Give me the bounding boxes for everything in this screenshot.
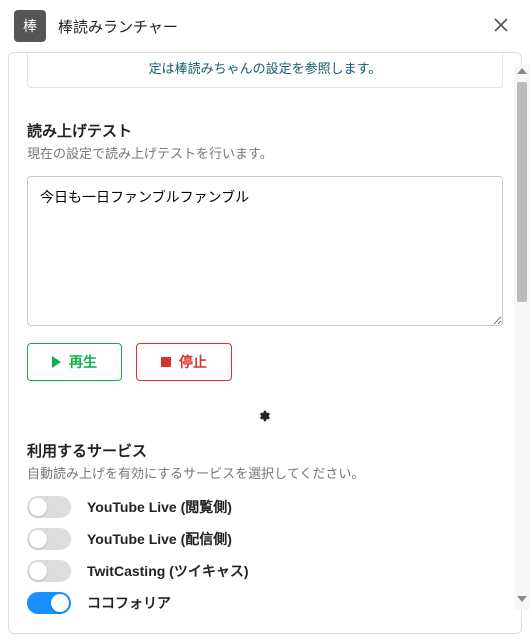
toggle-knob bbox=[29, 562, 47, 580]
service-toggle[interactable] bbox=[27, 528, 71, 550]
service-toggle[interactable] bbox=[27, 496, 71, 518]
stop-icon bbox=[161, 357, 171, 367]
window-title: 棒読みランチャー bbox=[58, 16, 474, 37]
play-label: 再生 bbox=[69, 352, 97, 372]
service-row: YouTube Live (配信側) bbox=[27, 528, 503, 550]
stop-button[interactable]: 停止 bbox=[136, 343, 232, 381]
close-button[interactable] bbox=[486, 12, 516, 41]
play-icon bbox=[52, 356, 61, 368]
readtest-section: 読み上げテスト 現在の設定で読み上げテストを行います。 再生 停止 bbox=[27, 120, 503, 381]
close-icon bbox=[494, 18, 508, 32]
services-title: 利用するサービス bbox=[27, 440, 503, 461]
gear-icon[interactable] bbox=[258, 410, 272, 426]
scroll-thumb[interactable] bbox=[517, 82, 527, 302]
service-label: YouTube Live (閲覧側) bbox=[87, 497, 232, 517]
vertical-scrollbar[interactable] bbox=[514, 64, 530, 610]
readtest-title: 読み上げテスト bbox=[27, 120, 503, 141]
titlebar: 棒 棒読みランチャー bbox=[0, 0, 530, 52]
readtest-textarea[interactable] bbox=[27, 176, 503, 326]
service-label: ココフォリア bbox=[87, 593, 171, 613]
services-section: 利用するサービス 自動読み上げを有効にするサービスを選択してください。 YouT… bbox=[27, 440, 503, 614]
scroll-up-icon[interactable] bbox=[517, 68, 527, 74]
service-toggle[interactable] bbox=[27, 560, 71, 582]
content-area: 定は棒読みちゃんの設定を参照します。 読み上げテスト 現在の設定で読み上げテスト… bbox=[0, 52, 530, 642]
readtest-desc: 現在の設定で読み上げテストを行います。 bbox=[27, 143, 503, 162]
service-label: YouTube Live (配信側) bbox=[87, 529, 232, 549]
toggle-knob bbox=[51, 594, 69, 612]
info-box: 定は棒読みちゃんの設定を参照します。 bbox=[27, 52, 503, 88]
info-text: 定は棒読みちゃんの設定を参照します。 bbox=[149, 61, 382, 76]
service-toggle[interactable] bbox=[27, 592, 71, 614]
service-row: ココフォリア bbox=[27, 592, 503, 614]
toggle-knob bbox=[29, 530, 47, 548]
scroll-down-icon[interactable] bbox=[517, 596, 527, 602]
services-desc: 自動読み上げを有効にするサービスを選択してください。 bbox=[27, 463, 503, 482]
stop-label: 停止 bbox=[179, 352, 207, 372]
toggle-knob bbox=[29, 498, 47, 516]
service-row: TwitCasting (ツイキャス) bbox=[27, 560, 503, 582]
readtest-buttons: 再生 停止 bbox=[27, 343, 503, 381]
app-icon: 棒 bbox=[14, 10, 46, 42]
service-label: TwitCasting (ツイキャス) bbox=[87, 561, 249, 581]
play-button[interactable]: 再生 bbox=[27, 343, 122, 381]
main-panel: 定は棒読みちゃんの設定を参照します。 読み上げテスト 現在の設定で読み上げテスト… bbox=[8, 52, 522, 634]
app-window: 棒 棒読みランチャー 定は棒読みちゃんの設定を参照します。 読み上げテスト 現在… bbox=[0, 0, 530, 642]
settings-gear-row bbox=[27, 409, 503, 426]
service-list: YouTube Live (閲覧側) YouTube Live (配信側) Twit… bbox=[27, 496, 503, 614]
service-row: YouTube Live (閲覧側) bbox=[27, 496, 503, 518]
